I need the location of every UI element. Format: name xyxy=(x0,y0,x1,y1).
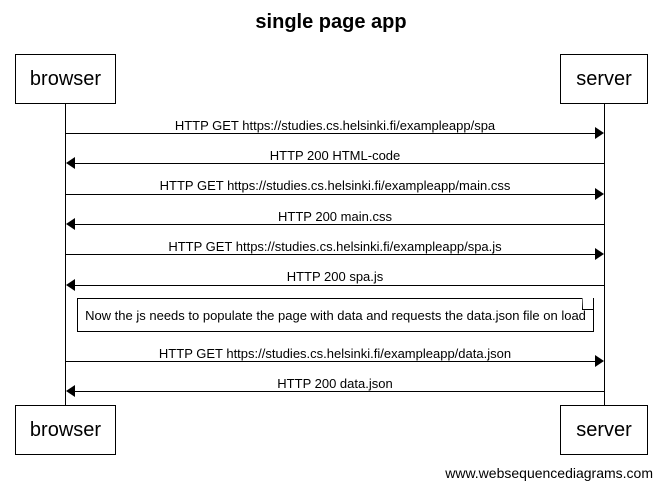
message-label: HTTP 200 HTML-code xyxy=(269,148,401,163)
arrowhead-right-icon xyxy=(595,127,604,139)
arrowhead-left-icon xyxy=(66,385,75,397)
message-arrow xyxy=(65,133,595,134)
message-label: HTTP GET https://studies.cs.helsinki.fi/… xyxy=(158,346,512,361)
message-arrow xyxy=(65,361,595,362)
arrowhead-right-icon xyxy=(595,188,604,200)
message-label: HTTP GET https://studies.cs.helsinki.fi/… xyxy=(159,178,511,193)
message-arrow xyxy=(65,254,595,255)
message-arrow xyxy=(75,224,605,225)
message-label: HTTP 200 main.css xyxy=(278,209,392,224)
diagram-title: single page app xyxy=(255,11,407,33)
actor-browser-bottom: browser xyxy=(15,405,116,455)
message-label: HTTP 200 data.json xyxy=(277,376,393,391)
note-text: Now the js needs to populate the page wi… xyxy=(85,307,586,323)
actor-browser-top: browser xyxy=(15,54,116,104)
message-arrow xyxy=(65,194,595,195)
message-label: HTTP GET https://studies.cs.helsinki.fi/… xyxy=(168,239,502,254)
message-label: HTTP 200 spa.js xyxy=(286,269,384,284)
arrowhead-right-icon xyxy=(595,248,604,260)
arrowhead-left-icon xyxy=(66,218,75,230)
arrowhead-left-icon xyxy=(66,157,75,169)
message-arrow xyxy=(75,163,605,164)
actor-server-bottom: server xyxy=(560,405,648,455)
arrowhead-left-icon xyxy=(66,279,75,291)
message-label: HTTP GET https://studies.cs.helsinki.fi/… xyxy=(174,118,496,133)
note-fold-icon xyxy=(582,298,594,310)
watermark-link[interactable]: www.websequencediagrams.com xyxy=(445,465,653,481)
message-arrow xyxy=(75,285,605,286)
message-arrow xyxy=(75,391,605,392)
actor-server-top: server xyxy=(560,54,648,104)
arrowhead-right-icon xyxy=(595,355,604,367)
note: Now the js needs to populate the page wi… xyxy=(77,298,594,332)
